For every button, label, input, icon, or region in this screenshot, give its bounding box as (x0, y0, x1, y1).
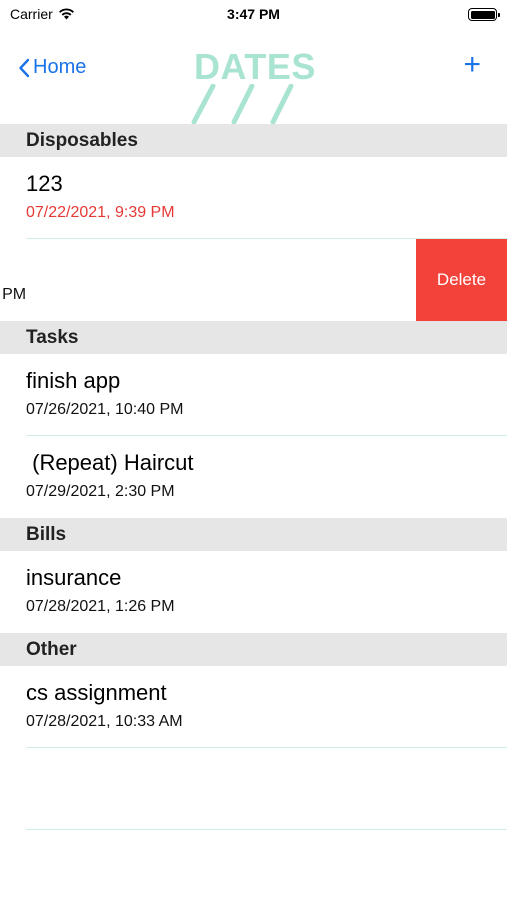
logo-strokes (191, 84, 294, 125)
dates-logo: DATES (188, 44, 328, 128)
item-title: (Repeat) Haircut (26, 450, 194, 475)
item-date: 07/22/2021, 9:39 PM (26, 204, 175, 221)
back-button[interactable]: Home (18, 56, 86, 79)
item-title: finish app (26, 368, 121, 393)
item-date: 021, 12:48 PM (0, 286, 27, 303)
swiped-row-content[interactable]: 021, 12:48 PM (0, 239, 403, 321)
item-title: 123 (26, 171, 63, 196)
section-header-disposables: Disposables (0, 124, 507, 157)
dates-list: Disposables 123 07/22/2021, 9:39 PM 021,… (0, 124, 507, 830)
logo-text: DATES (194, 46, 316, 87)
item-date: 07/28/2021, 1:26 PM (26, 598, 175, 615)
delete-button[interactable]: Delete (416, 239, 507, 321)
list-item[interactable]: cs assignment 07/28/2021, 10:33 AM (0, 666, 507, 748)
section-header-bills: Bills (0, 518, 507, 551)
item-date: 07/29/2021, 2:30 PM (26, 483, 175, 500)
status-bar: Carrier 3:47 PM (0, 0, 507, 30)
chevron-left-icon (19, 58, 30, 77)
list-item[interactable]: (Repeat) Haircut 07/29/2021, 2:30 PM (0, 436, 507, 518)
swiped-list-item[interactable]: 021, 12:48 PM Delete (0, 239, 507, 321)
status-time: 3:47 PM (227, 6, 280, 22)
item-date: 07/26/2021, 10:40 PM (26, 401, 184, 418)
add-button[interactable]: + (463, 50, 481, 80)
battery-icon (468, 8, 500, 21)
row-separator (26, 829, 507, 830)
list-item[interactable]: 123 07/22/2021, 9:39 PM (0, 157, 507, 239)
navigation-bar: Home DATES + (0, 40, 507, 125)
back-button-label: Home (33, 56, 87, 78)
section-header-other: Other (0, 633, 507, 666)
item-title: cs assignment (26, 680, 167, 705)
item-title: insurance (26, 565, 122, 590)
empty-row (0, 748, 507, 830)
item-date: 07/28/2021, 10:33 AM (26, 713, 183, 730)
list-item[interactable]: insurance 07/28/2021, 1:26 PM (0, 551, 507, 633)
list-item[interactable]: finish app 07/26/2021, 10:40 PM (0, 354, 507, 436)
section-header-tasks: Tasks (0, 321, 507, 354)
